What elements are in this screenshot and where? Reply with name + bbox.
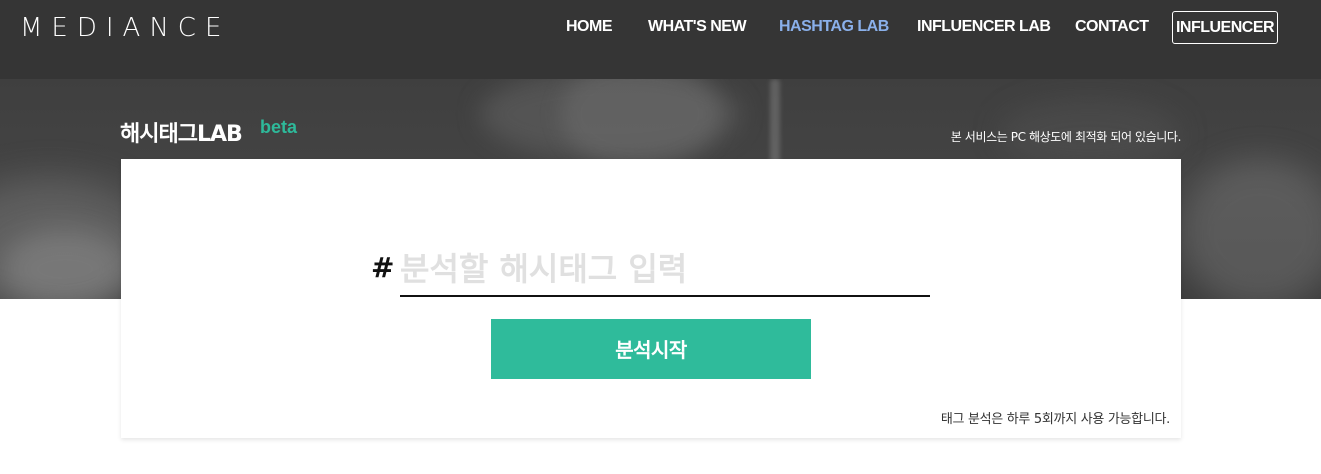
nav-contact[interactable]: CONTACT <box>1075 17 1149 37</box>
hero-background-shape <box>770 79 780 169</box>
hashtag-search-card: # 분석시작 태그 분석은 하루 5회까지 사용 가능합니다. <box>121 159 1181 438</box>
nav-influencer-lab[interactable]: INFLUENCER LAB <box>917 17 1051 37</box>
nav-whats-new[interactable]: WHAT'S NEW <box>648 17 747 37</box>
influencer-button[interactable]: INFLUENCER <box>1172 11 1278 44</box>
analyze-start-button[interactable]: 분석시작 <box>491 319 811 379</box>
hero-background-shape <box>0 229 130 299</box>
beta-badge: beta <box>260 117 298 137</box>
top-navbar: MEDIANCE HOME WHAT'S NEW HASHTAG LAB INF… <box>0 0 1321 79</box>
page-title: 해시태그LAB <box>120 122 243 147</box>
usage-limit-note: 태그 분석은 하루 5회까지 사용 가능합니다. <box>940 412 1170 427</box>
nav-hashtag-lab[interactable]: HASHTAG LAB <box>779 17 889 37</box>
mediance-logo[interactable]: MEDIANCE <box>20 13 230 43</box>
resolution-notice: 본 서비스는 PC 해상도에 최적화 되어 있습니다. <box>950 130 1182 144</box>
hash-icon: # <box>371 251 395 284</box>
nav-home[interactable]: HOME <box>566 17 613 37</box>
hashtag-input[interactable] <box>400 243 930 297</box>
hero-background-shape <box>1180 159 1321 299</box>
